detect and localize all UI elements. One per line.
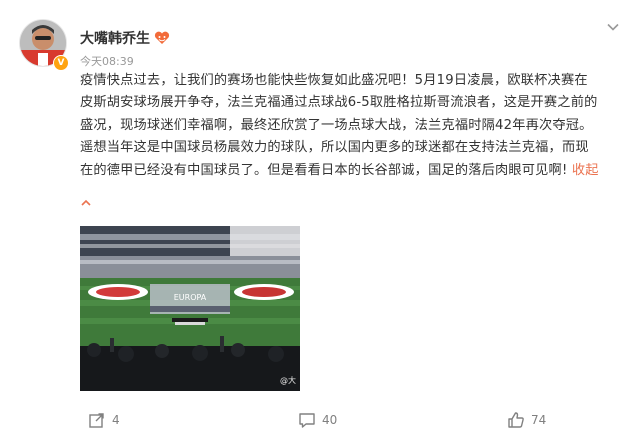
like-button[interactable]: 74: [507, 407, 546, 433]
action-bar: 4 40 74: [0, 407, 640, 433]
thumbs-up-icon: [508, 412, 524, 428]
post-text-line-content: 在的德甲已经没有中国球员了。但是看看日本的长谷部诚，国足的落后肉眼可见啊!: [80, 162, 572, 178]
verified-badge-icon: V: [53, 55, 69, 71]
comment-button[interactable]: 40: [298, 407, 337, 433]
share-button[interactable]: 4: [88, 407, 120, 433]
collapse-link[interactable]: 收起: [572, 163, 599, 178]
image-watermark: @大: [280, 376, 296, 385]
image-banner-text: EUROPA: [174, 293, 207, 302]
share-icon: [89, 413, 104, 428]
share-count: 4: [112, 413, 120, 427]
comment-count: 40: [322, 413, 338, 427]
post-text-line: 疫情快点过去，让我们的赛场也能快些恢复如此盛况吧！5月19日凌晨，欧联杯决赛在: [80, 73, 588, 88]
post-text-line: 遥想当年这是中国球员杨晨效力的球队，所以国内更多的球迷都在支持法兰克福，而现: [80, 140, 589, 156]
post-text-line: 盛况，现场球迷们幸福啊，最终还欣赏了一场点球大战，法兰克福时隔42年再次夺冠。: [80, 117, 593, 133]
post-image[interactable]: EUROPA @大: [80, 226, 300, 391]
comment-icon: [299, 413, 315, 428]
chevron-down-icon[interactable]: [606, 20, 620, 34]
like-count: 74: [531, 413, 547, 427]
post-text: 疫情快点过去，让我们的赛场也能快些恢复如此盛况吧！5月19日凌晨，欧联杯决赛在 …: [80, 70, 620, 182]
weibo-post-card: V 大嘴韩乔生 今天08:39 疫情快点过去，让我们的赛场也能快些恢复如此盛况吧…: [0, 0, 640, 436]
author-name[interactable]: 大嘴韩乔生: [80, 28, 150, 48]
post-text-line: 皮斯胡安球场展开争夺，法兰克福通过点球战6-5取胜格拉斯哥流浪者，这是开赛之前的: [80, 95, 598, 111]
caret-up-icon[interactable]: [80, 198, 92, 208]
post-text-line: 在的德甲已经没有中国球员了。但是看看日本的长谷部诚，国足的落后肉眼可见啊! 收起: [80, 160, 620, 182]
post-time[interactable]: 今天08:39: [80, 53, 134, 69]
fan-badge-icon: [154, 31, 170, 44]
author-row: 大嘴韩乔生: [80, 28, 170, 48]
